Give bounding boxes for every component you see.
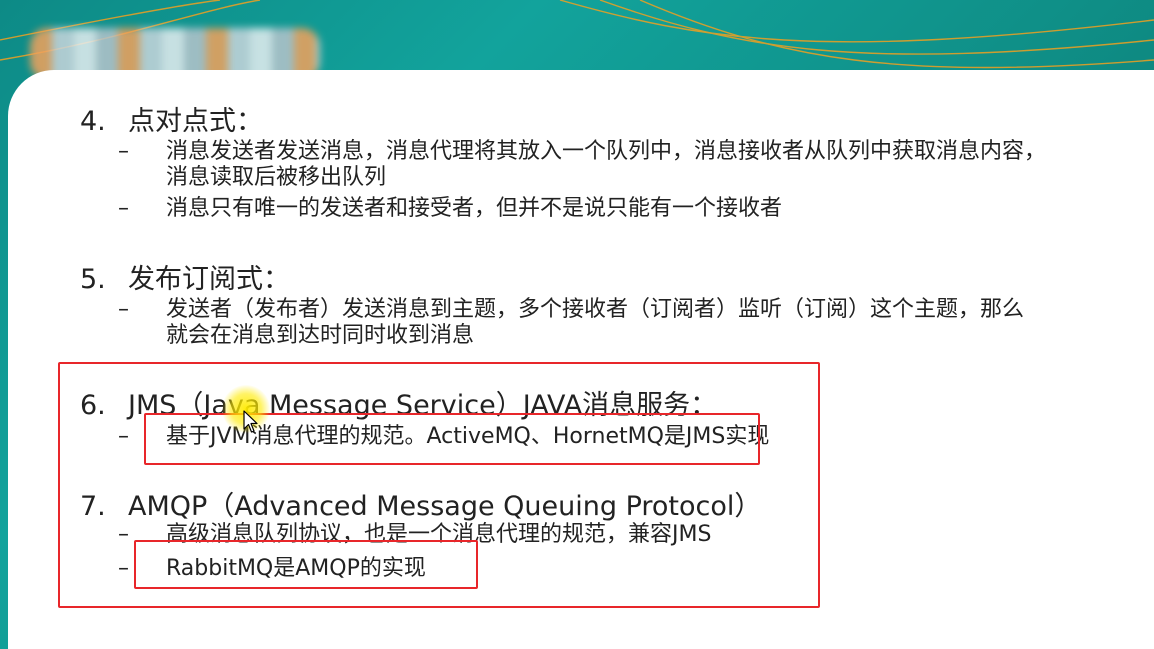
bullet-text-continued: 就会在消息到达时同时收到消息 <box>166 323 475 348</box>
bullet-dash: – <box>118 139 129 164</box>
mouse-pointer-icon <box>243 410 258 433</box>
item-title: 点对点式： <box>128 106 263 137</box>
bullet-dash: – <box>118 297 129 322</box>
bullet-text: 消息只有唯一的发送者和接受者，但并不是说只能有一个接收者 <box>166 196 783 221</box>
item-5-heading: 5. 发布订阅式： <box>80 257 290 296</box>
bullet-text-continued: 消息读取后被移出队列 <box>166 165 387 190</box>
highlight-box-rabbitmq <box>134 540 478 589</box>
item-number: 5. <box>80 264 106 295</box>
bullet-dash: – <box>118 196 129 221</box>
item-4-heading: 4. 点对点式： <box>80 99 263 138</box>
bullet-text: 消息发送者发送消息，消息代理将其放入一个队列中，消息接收者从队列中获取消息内容， <box>166 139 1047 164</box>
item-number: 4. <box>80 106 106 137</box>
item-title: 发布订阅式： <box>128 264 290 295</box>
bullet-text: 发送者（发布者）发送消息到主题，多个接收者（订阅者）监听（订阅）这个主题，那么 <box>166 297 1025 322</box>
